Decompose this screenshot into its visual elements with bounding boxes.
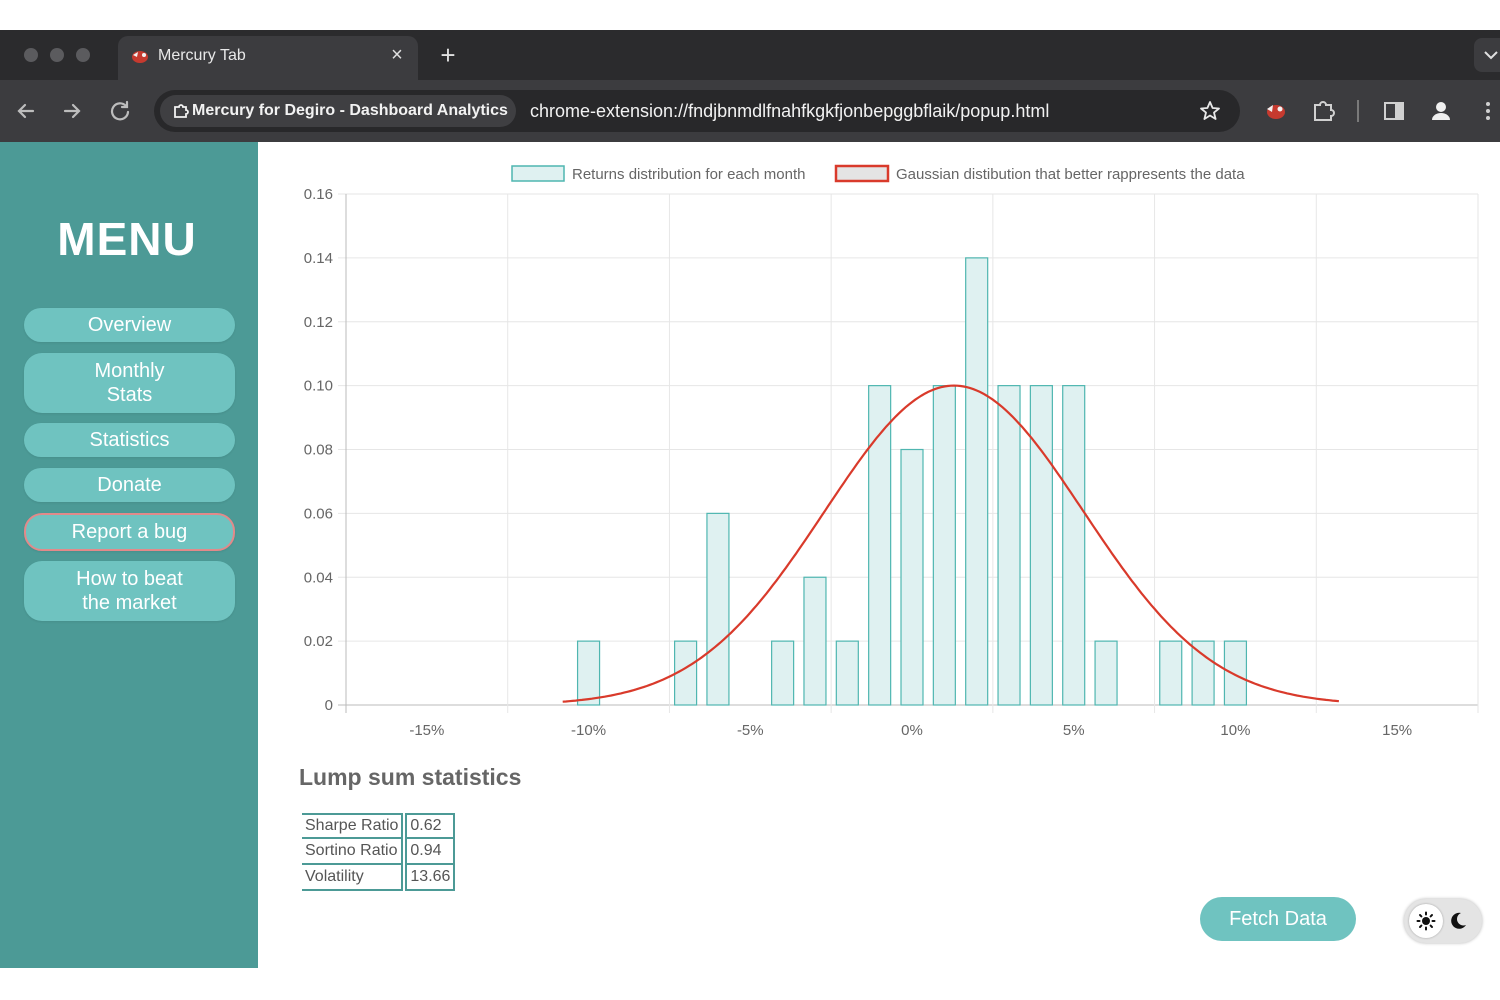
side-panel-icon[interactable] (1380, 97, 1408, 125)
legend-label-histogram: Returns distribution for each month (572, 166, 805, 183)
page-bottom-strip (0, 968, 258, 1000)
histogram-bar (1094, 640, 1118, 706)
histogram-bar (997, 385, 1021, 706)
sun-icon (1416, 911, 1436, 931)
x-tick-label: 0% (901, 722, 923, 739)
forward-arrow-icon[interactable] (58, 97, 86, 125)
window-zoom-dot[interactable] (76, 48, 90, 62)
more-menu-icon[interactable] (1476, 97, 1500, 125)
stat-value: 13.66 (405, 865, 456, 891)
stats-table: Sharpe Ratio 0.62 Sortino Ratio 0.94 Vol… (300, 813, 457, 891)
chevron-down-icon (1484, 51, 1498, 60)
histogram-bar (1062, 385, 1086, 706)
x-tick-label: 15% (1382, 722, 1412, 739)
table-row: Volatility 13.66 (302, 865, 456, 891)
reload-icon[interactable] (106, 97, 134, 125)
histogram-bar (835, 640, 859, 706)
legend-swatch-histogram (511, 165, 565, 182)
y-tick-label: 0.12 (304, 314, 333, 331)
tab-close-button[interactable]: × (386, 44, 408, 66)
toolbar-divider (1357, 100, 1359, 122)
window-close-dot[interactable] (24, 48, 38, 62)
y-tick-label: 0.16 (304, 186, 333, 203)
sidebar-item-donate[interactable]: Donate (24, 468, 235, 502)
mercury-extension-icon[interactable] (1262, 97, 1290, 125)
histogram-bar (932, 385, 956, 706)
table-row: Sortino Ratio 0.94 (302, 839, 456, 865)
histogram-bar (1029, 385, 1053, 706)
histogram-bar (1191, 640, 1215, 706)
histogram-bar (706, 512, 730, 706)
url-text[interactable]: chrome-extension://fndjbnmdlfnahfkgkfjon… (530, 101, 1049, 121)
sidebar-item-monthly-stats[interactable]: Monthly Stats (24, 353, 235, 413)
stat-label: Volatility (302, 865, 404, 891)
extensions-icon[interactable] (1310, 97, 1338, 125)
x-tick-label: -5% (737, 722, 764, 739)
sidebar-item-statistics[interactable]: Statistics (24, 423, 235, 457)
site-chip-label: Mercury for Degiro - Dashboard Analytics (192, 102, 508, 119)
y-tick-label: 0 (325, 697, 333, 714)
x-tick-label: 10% (1220, 722, 1250, 739)
star-icon[interactable] (1198, 99, 1222, 123)
tab-title: Mercury Tab (158, 47, 246, 64)
address-bar[interactable]: Mercury for Degiro - Dashboard Analytics… (154, 90, 1240, 132)
sidebar-item-overview[interactable]: Overview (24, 308, 235, 342)
window-minimize-dot[interactable] (50, 48, 64, 62)
moon-icon (1451, 912, 1466, 929)
browser-tab[interactable]: Mercury Tab × (118, 36, 418, 80)
tab-search-button[interactable] (1474, 38, 1500, 72)
stat-value: 0.62 (405, 813, 456, 839)
table-row: Sharpe Ratio 0.62 (302, 813, 456, 839)
x-tick-label: -10% (571, 722, 606, 739)
stat-label: Sortino Ratio (302, 839, 404, 865)
menu-title: MENU (57, 213, 197, 265)
y-tick-label: 0.06 (304, 505, 333, 522)
extension-puzzle-icon (174, 104, 189, 118)
legend-swatch-gaussian (834, 164, 890, 183)
histogram-bar (965, 257, 989, 706)
new-tab-button[interactable]: + (436, 40, 460, 70)
stats-title: Lump sum statistics (299, 764, 522, 790)
histogram-bar (1159, 640, 1183, 706)
returns-histogram-chart: Returns distribution for each month Gauss… (304, 164, 1479, 739)
y-tick-label: 0.04 (304, 569, 333, 586)
profile-icon[interactable] (1427, 97, 1455, 125)
stat-value: 0.94 (405, 839, 456, 865)
histogram-bar (771, 640, 795, 706)
histogram-bar (576, 640, 601, 706)
back-arrow-icon[interactable] (12, 97, 40, 125)
fetch-data-button[interactable]: Fetch Data (1200, 897, 1356, 941)
histogram-bar (1223, 640, 1248, 706)
y-tick-label: 0.08 (304, 442, 333, 459)
site-info-chip[interactable]: Mercury for Degiro - Dashboard Analytics (160, 95, 516, 127)
sidebar-item-beat-market[interactable]: How to beat the market (24, 561, 235, 621)
mercury-favicon-icon (132, 51, 148, 63)
y-tick-label: 0.02 (304, 633, 333, 650)
theme-toggle[interactable] (1404, 899, 1482, 943)
x-tick-label: -15% (409, 722, 444, 739)
app-window: Mercury Tab × + Mercury for Degiro - Das… (0, 0, 1500, 1000)
y-tick-label: 0.10 (304, 378, 333, 395)
histogram-bar (803, 576, 827, 706)
y-tick-label: 0.14 (304, 250, 333, 267)
stat-label: Sharpe Ratio (302, 813, 404, 839)
histogram-bar (900, 448, 924, 706)
x-tick-label: 5% (1063, 722, 1085, 739)
sidebar: MENU Overview Monthly Stats Statistics D… (0, 142, 258, 968)
legend-label-gaussian: Gaussian distibution that better rappres… (896, 166, 1245, 183)
sidebar-item-report-bug[interactable]: Report a bug (24, 513, 235, 551)
